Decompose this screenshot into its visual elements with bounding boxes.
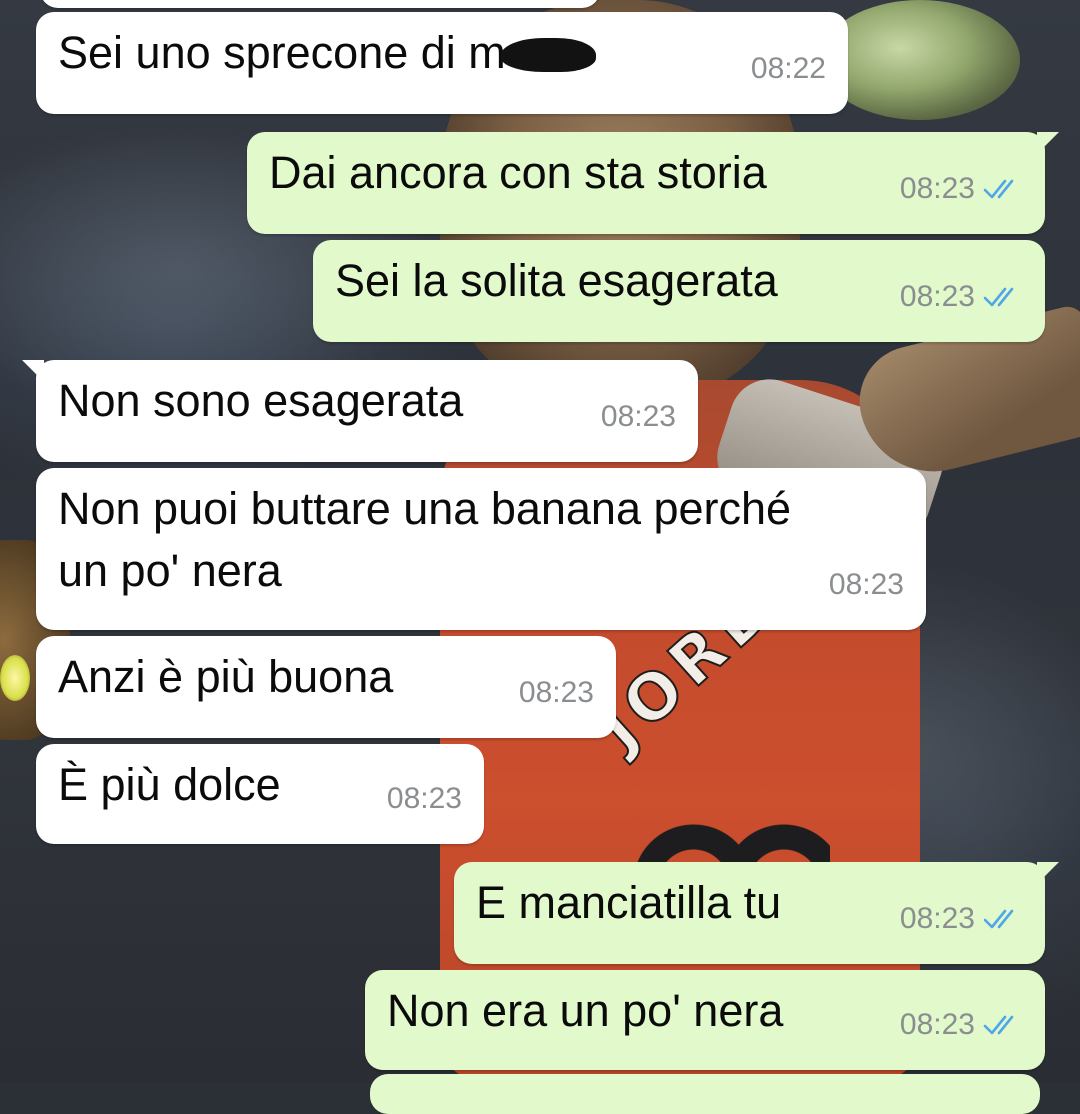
bubble-tail: [1037, 862, 1059, 884]
message-bubble-incoming[interactable]: È più dolce 08:23: [36, 744, 484, 844]
message-time: 08:23: [899, 280, 975, 313]
message-bubble-incoming[interactable]: Anzi è più buona 08:23: [36, 636, 616, 738]
message-time: 08:23: [828, 568, 904, 601]
bubble-tail: [1037, 132, 1059, 154]
message-bubble-incoming[interactable]: Sei uno sprecone di m 08:22: [36, 12, 848, 114]
message-time: 08:23: [600, 400, 676, 433]
message-time: 08:23: [899, 172, 975, 205]
message-bubble-incoming[interactable]: Non sono esagerata 08:23: [22, 360, 698, 462]
redaction-mark: [499, 38, 596, 72]
message-bubble-outgoing[interactable]: Non era un po' nera 08:23: [365, 970, 1045, 1070]
message-bubble-partial[interactable]: [370, 1074, 1040, 1114]
message-time: 08:23: [899, 1008, 975, 1041]
message-meta: 08:22: [751, 38, 826, 100]
read-ticks-icon: [983, 179, 1014, 199]
chat-message-list[interactable]: Sei uno sprecone di m 08:22 Dai ancora c…: [0, 0, 1080, 1114]
bubble-tail: [22, 360, 44, 382]
message-text: Non sono esagerata: [58, 375, 464, 426]
message-time: 08:23: [518, 676, 594, 709]
read-ticks-icon: [983, 909, 1014, 929]
read-ticks-icon: [983, 287, 1014, 307]
message-bubble-incoming[interactable]: Non puoi buttare una banana perché un po…: [36, 468, 926, 630]
message-text: Sei uno sprecone di m: [58, 22, 826, 84]
message-bubble-outgoing[interactable]: Sei la solita esagerata 08:23: [313, 240, 1045, 342]
message-meta: 08:23: [829, 554, 904, 616]
read-ticks-icon: [983, 1015, 1014, 1035]
message-meta: 08:23: [900, 994, 1023, 1056]
message-meta: 08:23: [519, 662, 594, 724]
message-meta: 08:23: [900, 266, 1023, 328]
message-time: 08:23: [386, 782, 462, 815]
message-bubble-outgoing[interactable]: E manciatilla tu 08:23: [454, 862, 1059, 964]
message-text: Non puoi buttare una banana perché un po…: [58, 483, 792, 596]
message-bubble-outgoing[interactable]: Dai ancora con sta storia 08:23: [247, 132, 1059, 234]
message-time: 08:22: [750, 52, 826, 85]
message-meta: 08:23: [900, 158, 1023, 220]
message-bubble-partial[interactable]: [40, 0, 600, 8]
message-meta: 08:23: [387, 768, 462, 830]
message-meta: 08:23: [601, 386, 676, 448]
message-meta: 08:23: [900, 888, 1023, 950]
message-text: Anzi è più buona: [58, 651, 394, 702]
message-time: 08:23: [899, 902, 975, 935]
